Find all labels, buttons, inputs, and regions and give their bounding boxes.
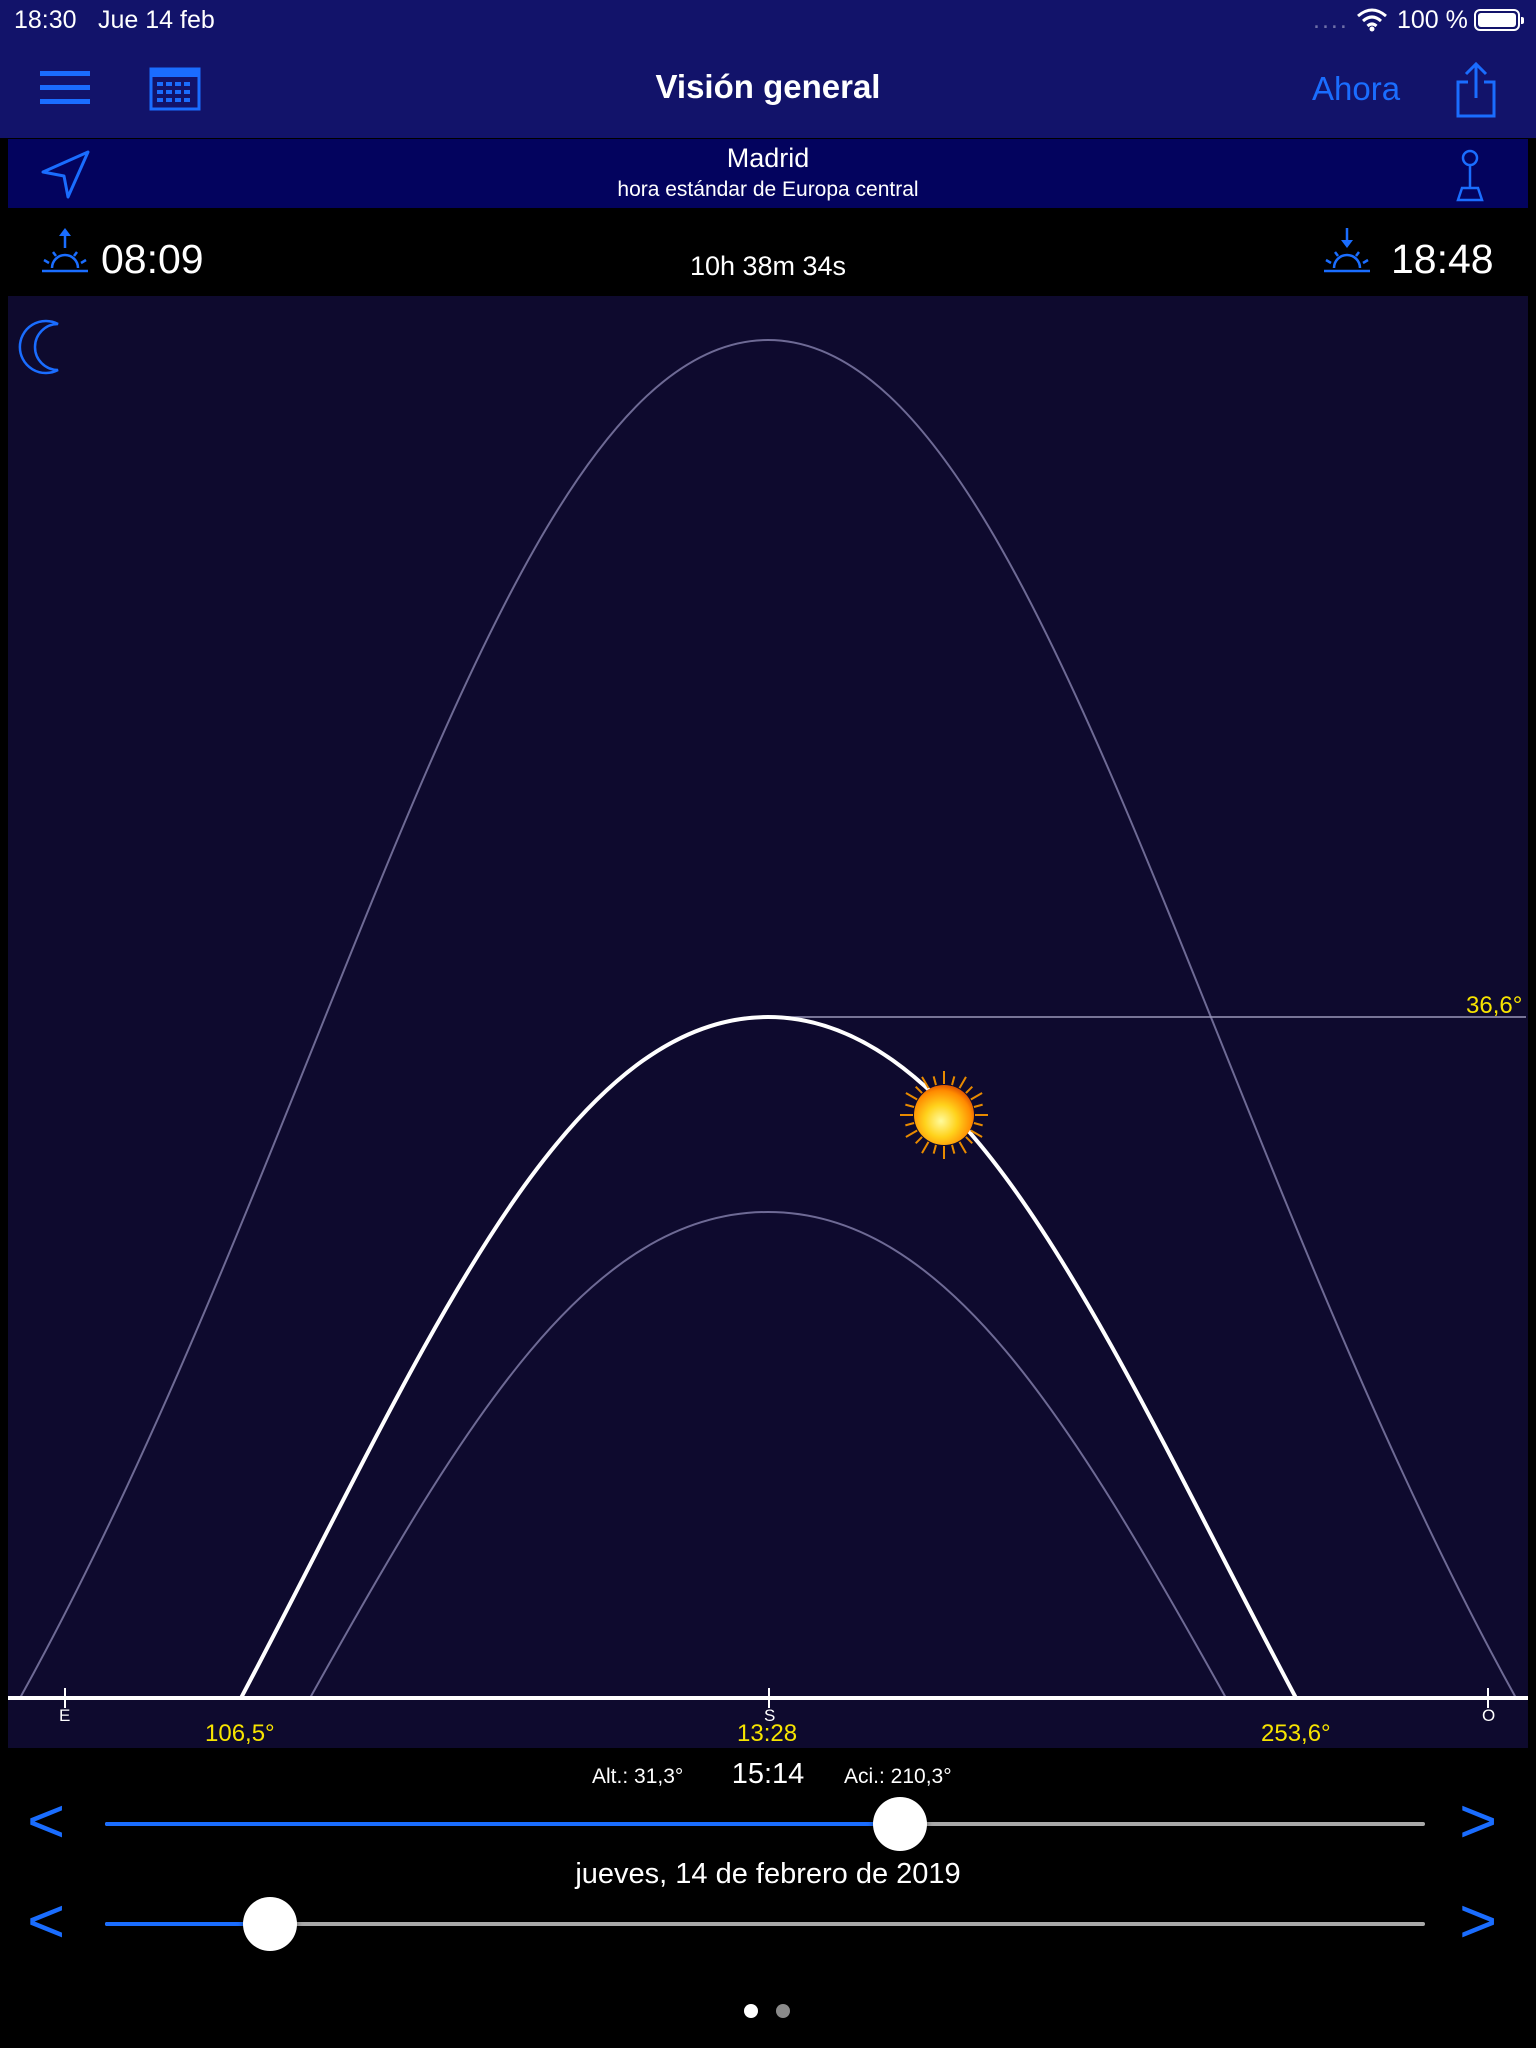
sun-ray — [965, 1086, 973, 1094]
sunset-azimuth-label: 253,6° — [1261, 1720, 1331, 1747]
sun-ray — [973, 1103, 983, 1108]
date-label: jueves, 14 de febrero de 2019 — [575, 1858, 961, 1890]
page-dot-2[interactable] — [776, 2004, 790, 2018]
tick-label-o: O — [1482, 1706, 1496, 1725]
sun-marker — [900, 1071, 988, 1159]
sun-ray — [905, 1103, 915, 1108]
time-slider-fill — [105, 1822, 900, 1826]
azimuth-readout: Aci.: 210,3° — [844, 1765, 952, 1788]
moon-icon[interactable] — [18, 319, 59, 375]
sun-ray — [915, 1136, 923, 1144]
sun-ray — [932, 1144, 937, 1154]
sun-ray — [921, 1141, 930, 1154]
sun-ray — [905, 1092, 918, 1101]
sun-ray — [970, 1092, 983, 1101]
sun-ray — [965, 1136, 973, 1144]
sun-ray — [951, 1076, 956, 1086]
date-slider-thumb[interactable] — [243, 1897, 297, 1951]
sun-ray — [905, 1122, 915, 1127]
sunrise-azimuth-label: 106,5° — [205, 1720, 275, 1747]
max-altitude-label: 36,6° — [1466, 992, 1523, 1019]
sun-ray — [951, 1144, 956, 1154]
date-next-button[interactable]: > — [1459, 1886, 1497, 1957]
sun-ray — [905, 1129, 918, 1138]
sun-ray — [932, 1076, 937, 1086]
current-time: 15:14 — [731, 1758, 805, 1790]
current-day-path-line — [239, 1014, 1298, 1699]
sun-ray — [958, 1076, 967, 1089]
time-slider-track[interactable] — [105, 1822, 1425, 1826]
tick-label-s: S — [764, 1706, 776, 1725]
time-next-button[interactable]: > — [1459, 1786, 1497, 1857]
date-slider-track[interactable] — [105, 1922, 1425, 1926]
time-prev-button[interactable]: < — [27, 1786, 65, 1857]
sun-ray — [973, 1122, 983, 1127]
sun-ray — [958, 1141, 967, 1154]
time-slider-thumb[interactable] — [872, 1797, 927, 1851]
winter-path-line — [309, 1210, 1227, 1699]
page-dot-1[interactable] — [744, 2004, 758, 2018]
date-prev-button[interactable]: < — [27, 1886, 65, 1957]
sun-ray — [915, 1086, 923, 1094]
tick-label-e: E — [59, 1706, 71, 1725]
